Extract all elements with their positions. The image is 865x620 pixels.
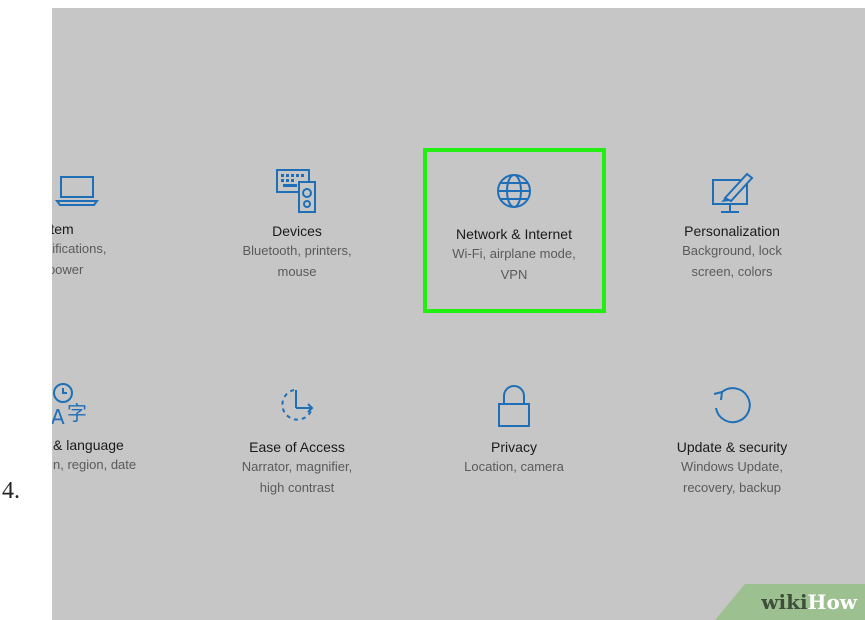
personalization-icon xyxy=(712,172,754,213)
tile-subtitle: Background, lock xyxy=(682,243,782,258)
tile-subtitle: ps, power xyxy=(52,262,84,277)
lock-icon xyxy=(498,385,530,427)
tile-subtitle: n, region, date xyxy=(53,457,137,472)
devices-icon xyxy=(276,169,316,213)
tile-ease-of-access[interactable]: Ease of Access Narrator, magnifier, high… xyxy=(207,384,387,498)
tile-title: Personalization xyxy=(684,223,780,239)
watermark-how: How xyxy=(807,590,857,614)
tile-title: Update & security xyxy=(676,439,788,455)
tile-title: System xyxy=(52,221,74,237)
settings-screenshot: System , notifications, ps, power Device… xyxy=(52,8,865,620)
watermark-wiki: wiki xyxy=(761,590,808,614)
ease-of-access-icon xyxy=(281,389,314,421)
tile-subtitle: Bluetooth, printers, xyxy=(242,243,352,258)
svg-text:字: 字 xyxy=(67,401,87,425)
tile-devices[interactable]: Devices Bluetooth, printers, mouse xyxy=(207,166,387,282)
tile-title: & language xyxy=(53,437,124,453)
tile-privacy[interactable]: Privacy Location, camera xyxy=(424,382,604,477)
tile-subtitle: high contrast xyxy=(259,480,335,495)
tile-subtitle: Location, camera xyxy=(464,459,564,474)
refresh-icon xyxy=(713,387,751,424)
tile-system[interactable]: System , notifications, ps, power xyxy=(52,170,167,280)
tile-title: Ease of Access xyxy=(249,439,345,455)
tile-update-security[interactable]: Update & security Windows Update, recove… xyxy=(642,382,822,498)
tile-personalization[interactable]: Personalization Background, lock screen,… xyxy=(642,168,822,282)
tile-title: Devices xyxy=(272,223,322,239)
tile-time-language[interactable]: A 字 & language n, region, date xyxy=(52,380,167,475)
wikihow-watermark: wikiHow xyxy=(715,584,865,620)
step-number: 4. xyxy=(2,478,20,504)
tile-title: Privacy xyxy=(491,439,537,455)
tile-subtitle: Narrator, magnifier, xyxy=(241,459,353,474)
time-language-icon: A 字 xyxy=(52,383,87,429)
tile-subtitle: screen, colors xyxy=(691,264,773,279)
tile-subtitle: , notifications, xyxy=(52,241,107,256)
tile-subtitle: Windows Update, xyxy=(681,459,783,474)
svg-text:A: A xyxy=(52,405,65,429)
tile-subtitle: recovery, backup xyxy=(682,480,782,495)
tile-subtitle: mouse xyxy=(277,264,317,279)
highlight-box xyxy=(423,148,606,313)
laptop-icon xyxy=(55,176,99,206)
